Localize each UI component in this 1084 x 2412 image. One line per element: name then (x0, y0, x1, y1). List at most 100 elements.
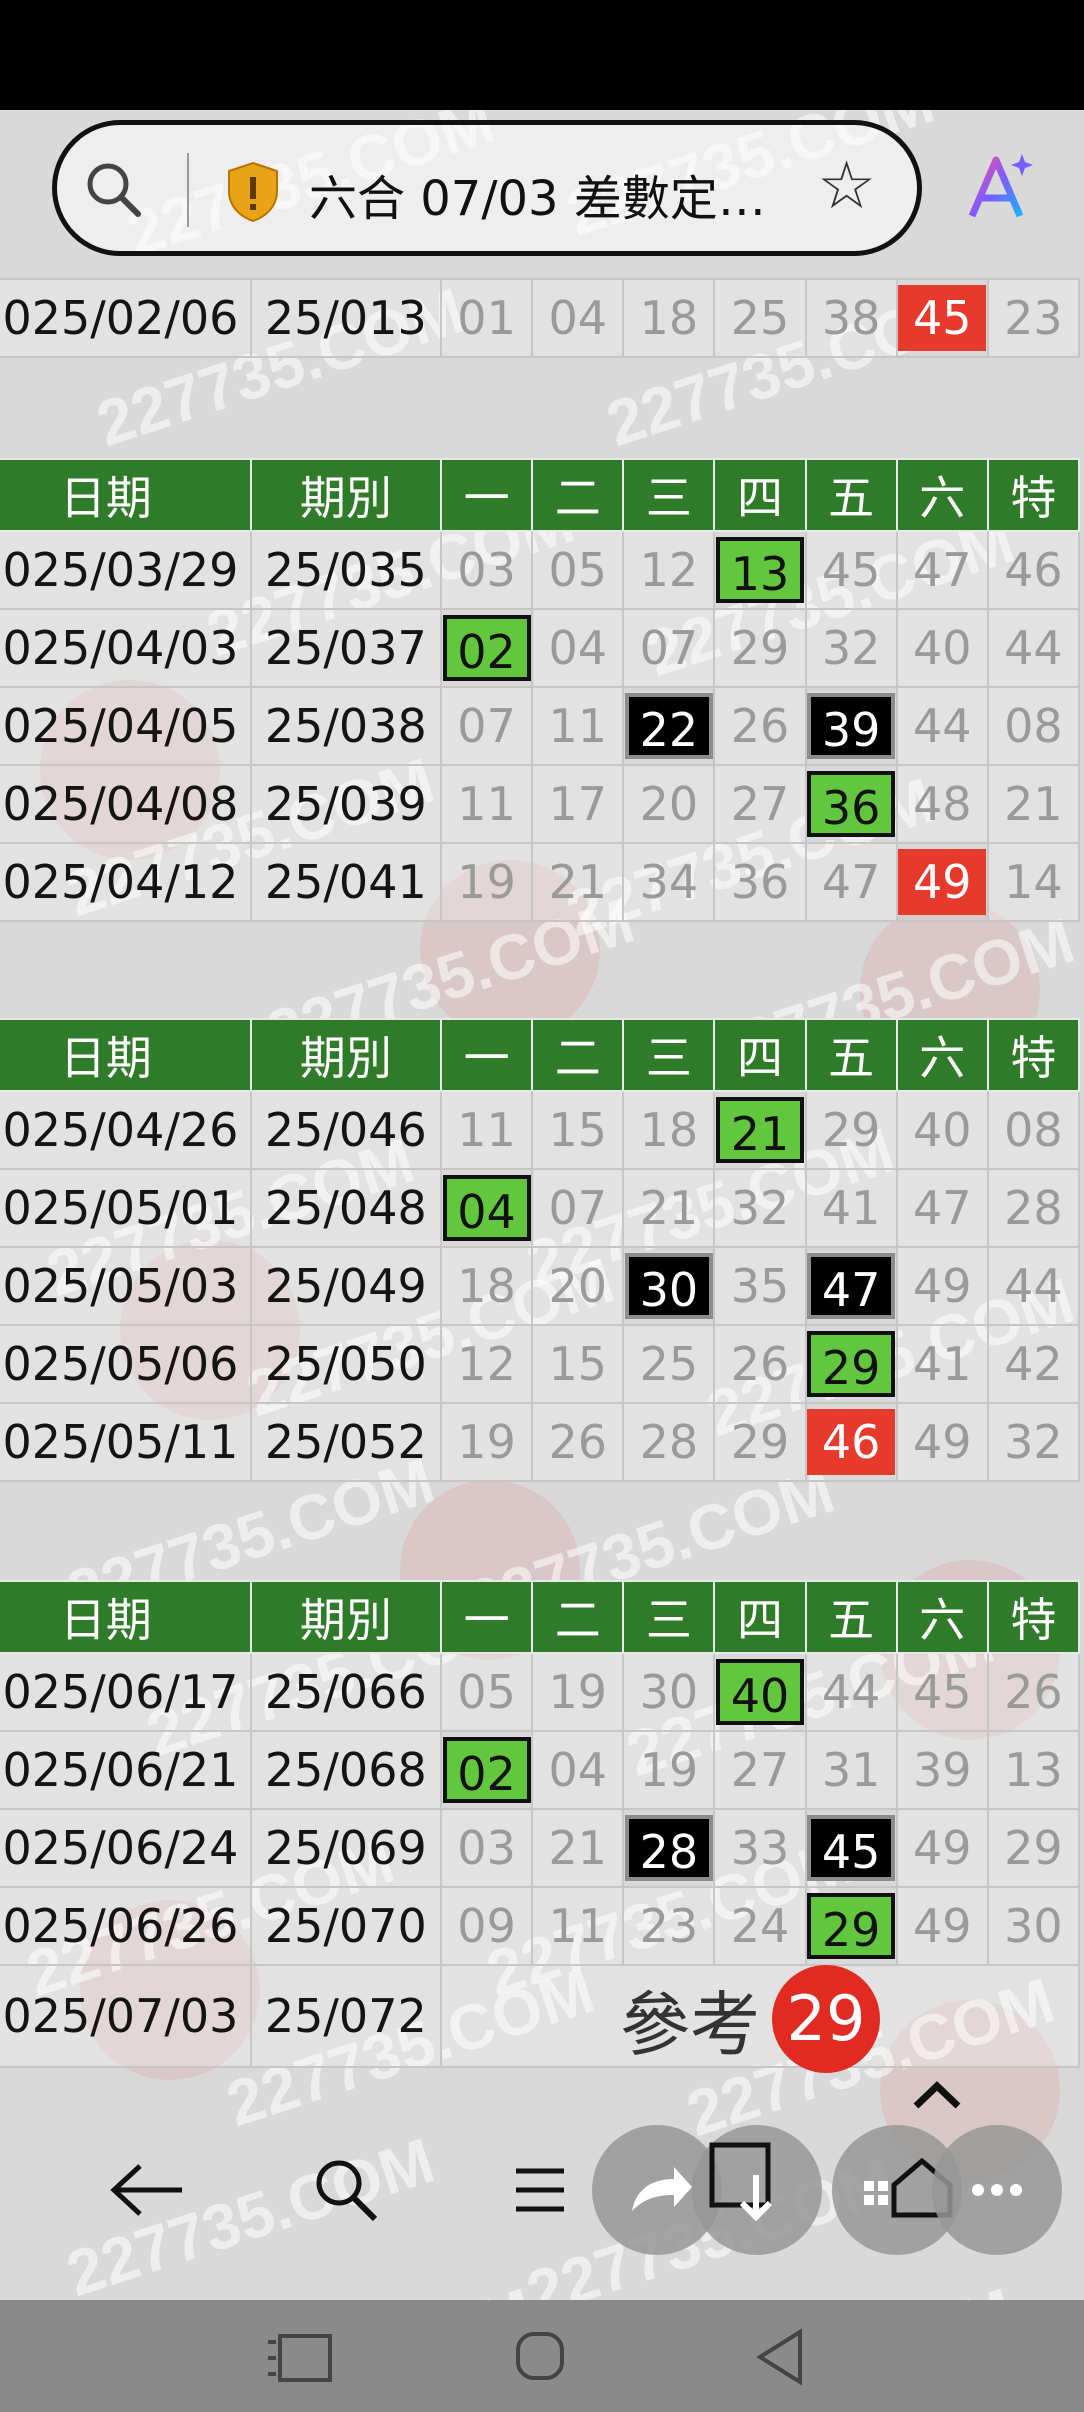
draw-date: 2025/04/08 (0, 764, 252, 844)
recent-apps-icon[interactable] (260, 2322, 340, 2392)
highlighted-number: 36 (807, 771, 896, 837)
number-cell: 49 (895, 1886, 989, 1966)
draw-period: 25/038 (249, 686, 443, 766)
draw-date: 2025/06/17 (0, 1652, 252, 1732)
number-cell: 26 (713, 1324, 807, 1404)
number-cell: 29 (804, 1090, 898, 1170)
number-cell: 29 (804, 1886, 898, 1966)
draw-date: 2025/06/21 (0, 1730, 252, 1810)
menu-icon[interactable] (490, 2140, 590, 2240)
number: 25 (639, 1337, 699, 1391)
number-cell: 47 (895, 530, 989, 610)
reference-label: 參考 (620, 1983, 760, 2066)
number-cell: 22 (622, 686, 716, 766)
number: 11 (457, 777, 516, 831)
table-row: 2025/06/1725/066 05 19 30 40 44 45 26 (0, 1652, 1081, 1732)
ai-assistant-icon[interactable] (962, 150, 1036, 224)
back-arrow-icon[interactable] (96, 2140, 196, 2240)
reference-prediction: 參考 29 (620, 1965, 880, 2073)
number: 40 (913, 1103, 972, 1157)
table-row: 2025/05/0125/04804 07 21 32 41 47 28 (0, 1168, 1081, 1248)
more-icon (972, 2184, 1022, 2196)
number-cell: 26 (713, 686, 807, 766)
draw-period: 25/046 (249, 1090, 443, 1170)
number-cell: 01 (439, 278, 534, 358)
number-cell: 18 (439, 1246, 534, 1326)
column-header: 四 (713, 458, 807, 532)
highlighted-number: 45 (807, 1815, 896, 1881)
draw-date: 2025/05/06 (0, 1324, 252, 1404)
number: 45 (821, 543, 881, 597)
number: 12 (639, 543, 699, 597)
number-cell: 29 (986, 1808, 1081, 1888)
number: 11 (457, 1103, 516, 1157)
number-cell: 44 (804, 1652, 898, 1732)
number: 19 (457, 855, 516, 909)
number-cell: 20 (622, 764, 716, 844)
highlighted-number: 04 (442, 1175, 531, 1241)
column-header: 一 (439, 458, 534, 532)
number: 07 (639, 621, 699, 675)
back-nav-icon[interactable] (740, 2322, 820, 2392)
draw-period: 25/037 (249, 608, 443, 688)
search-icon[interactable] (296, 2140, 396, 2240)
number: 25 (730, 291, 790, 345)
table-row: 2025/04/0325/03702 04 07 29 32 40 44 (0, 608, 1081, 688)
number: 41 (913, 1337, 972, 1391)
number-cell: 47 (895, 1168, 989, 1248)
number-cell: 45 (895, 1652, 989, 1732)
number-cell: 04 (439, 1168, 534, 1248)
table-row: 2025/05/0325/049 18 20 30 35 47 49 44 (0, 1246, 1081, 1326)
number-cell: 44 (895, 686, 989, 766)
more-button[interactable] (932, 2125, 1062, 2255)
search-icon[interactable] (83, 159, 143, 219)
home-nav-icon[interactable] (500, 2322, 580, 2392)
number-cell: 39 (804, 686, 898, 766)
number: 40 (913, 621, 972, 675)
number-cell: 30 (622, 1652, 716, 1732)
number-cell: 21 (986, 764, 1081, 844)
column-header: 二 (531, 458, 625, 532)
number-cell: 34 (622, 842, 716, 922)
number: 30 (1004, 1899, 1063, 1953)
number: 29 (730, 621, 790, 675)
column-header: 特 (986, 1018, 1081, 1092)
number-cell: 25 (622, 1324, 716, 1404)
number: 41 (821, 1181, 881, 1235)
address-bar[interactable]: 六合 07/03 差數定… ☆ (52, 120, 922, 256)
number-cell: 32 (713, 1168, 807, 1248)
number-cell: 19 (622, 1730, 716, 1810)
number-cell: 45 (895, 278, 989, 358)
number-cell: 21 (531, 1808, 625, 1888)
number: 05 (548, 543, 607, 597)
number: 07 (457, 699, 516, 753)
download-button[interactable] (692, 2125, 822, 2255)
number-cell: 31 (804, 1730, 898, 1810)
highlighted-number: 28 (624, 1815, 713, 1881)
highlighted-number: 22 (624, 693, 713, 759)
star-icon[interactable]: ☆ (817, 153, 876, 219)
number-cell: 21 (531, 842, 625, 922)
number: 17 (548, 777, 607, 831)
column-header: 四 (713, 1018, 807, 1092)
number: 04 (548, 621, 607, 675)
column-header: 期別 (249, 1018, 443, 1092)
highlighted-number: 29 (807, 1893, 896, 1959)
page-title[interactable]: 六合 07/03 差數定… (309, 159, 766, 229)
number-cell: 13 (713, 530, 807, 610)
draw-period: 25/041 (249, 842, 443, 922)
highlighted-number: 45 (898, 285, 987, 351)
number: 21 (1004, 777, 1063, 831)
number-cell: 21 (622, 1168, 716, 1248)
partial-table-top: 2025/02/0625/013 01 04 18 25 38 45 23 (0, 278, 1081, 358)
column-header: 六 (895, 1018, 989, 1092)
number-cell: 07 (439, 686, 534, 766)
number-cell: 28 (986, 1168, 1081, 1248)
column-header: 一 (439, 1580, 534, 1654)
number-cell: 45 (804, 530, 898, 610)
number: 49 (913, 1259, 972, 1313)
number-cell: 20 (531, 1246, 625, 1326)
number-cell: 30 (622, 1246, 716, 1326)
shield-warning-icon[interactable] (225, 161, 281, 223)
draw-date: 2025/05/01 (0, 1168, 252, 1248)
